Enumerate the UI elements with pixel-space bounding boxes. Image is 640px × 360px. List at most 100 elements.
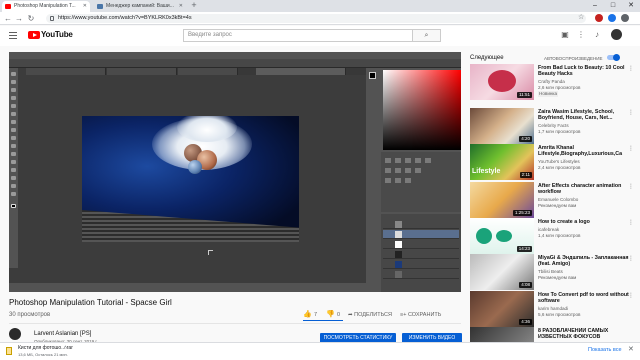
recommendation-item[interactable]: 11:51 From Bad Luck to Beauty: 10 Cool B… — [470, 64, 635, 100]
video-duration: 4:08 — [519, 282, 532, 288]
reload-icon[interactable]: ↻ — [26, 13, 36, 24]
video-thumbnail[interactable] — [470, 327, 534, 342]
maximize-button[interactable]: □ — [604, 0, 622, 12]
recommendation-item[interactable]: 4:36 How To Convert pdf to word without … — [470, 291, 635, 327]
close-tab-icon[interactable]: ✕ — [179, 1, 183, 12]
photoshop-options-bar — [9, 59, 461, 68]
video-thumbnail[interactable]: 1:25:23 — [470, 182, 534, 218]
autoplay-toggle[interactable] — [607, 53, 620, 61]
video-duration: 11:51 — [517, 92, 532, 98]
photoshop-canvas — [82, 116, 299, 242]
more-actions-icon[interactable]: ⋮ — [628, 183, 634, 190]
save-button[interactable]: ≡+ СОХРАНИТЬ — [400, 311, 441, 319]
channel-name[interactable]: Larvent Aslanian [PS] — [34, 330, 91, 338]
bookmark-star-icon[interactable]: ☆ — [578, 13, 584, 21]
recommendation-item[interactable]: 8 РАЗОБЛАЧЕНИЙ САМЫХ ИЗВЕСТНЫХ ФОКУСОВ — [470, 327, 635, 342]
up-next-heading: Следующее — [470, 55, 504, 61]
menu-hamburger-icon[interactable] — [9, 32, 17, 39]
share-label: ПОДЕЛИТЬСЯ — [354, 312, 392, 318]
video-duration: 1:25:23 — [512, 210, 532, 216]
recommendation-item[interactable]: 4:20 Zaira Wasim Lifestyle, School, Boyf… — [470, 108, 635, 144]
thumbs-down-icon[interactable]: 👎 — [326, 311, 335, 319]
recommendation-item[interactable]: 4:08 MiyaGi & Эндшпиль - Заплаканная (fe… — [470, 254, 635, 290]
recommendation-title[interactable]: Amrita Khanal Lifestyle,Biography,Luxuri… — [538, 145, 636, 158]
recommendation-meta: 2,4 млн просмотров — [538, 165, 581, 170]
vk-favicon-icon — [97, 4, 103, 9]
url-text: https://www.youtube.com/watch?v=BYKLRK0x… — [58, 15, 192, 21]
user-avatar[interactable] — [611, 29, 622, 40]
video-duration: 14:23 — [516, 246, 532, 252]
address-bar[interactable]: https://www.youtube.com/watch?v=BYKLRK0x… — [46, 14, 586, 23]
lock-icon — [50, 16, 54, 21]
profile-icon[interactable] — [621, 14, 629, 22]
video-duration: 2:11 — [519, 172, 532, 178]
archive-file-icon — [6, 347, 12, 355]
youtube-logo-text[interactable]: YouTube — [41, 30, 73, 40]
extension-icon[interactable] — [608, 14, 616, 22]
youtube-logo-icon[interactable] — [28, 31, 40, 39]
recommendation-item[interactable]: Lifestyle 2:11 Amrita Khanal Lifestyle,B… — [470, 144, 635, 180]
thumbnail-overlay: Lifestyle — [472, 168, 501, 175]
video-title: Photoshop Manipulation Tutorial - Spacse… — [9, 298, 172, 307]
recommendation-meta: 1,7 млн просмотров — [538, 129, 581, 134]
recommendation-title[interactable]: Zaira Wasim Lifestyle, School, Boyfriend… — [538, 109, 636, 122]
video-thumbnail[interactable]: Lifestyle 2:11 — [470, 144, 534, 180]
forward-arrow-icon[interactable]: → — [14, 13, 24, 24]
recommendation-meta: 1,4 млн просмотров — [538, 233, 581, 238]
recommendation-title[interactable]: MiyaGi & Эндшпиль - Заплаканная (feat. A… — [538, 255, 636, 268]
video-thumbnail[interactable]: 14:23 — [470, 218, 534, 254]
share-button[interactable]: ➦ ПОДЕЛИТЬСЯ — [348, 311, 392, 319]
more-actions-icon[interactable]: ⋮ — [628, 109, 634, 116]
more-actions-icon[interactable]: ⋮ — [628, 65, 634, 72]
tab-title: Photoshop Manipulation T... — [14, 3, 76, 9]
recommendation-item[interactable]: 14:23 How to create a logo icafebreak 1,… — [470, 218, 635, 254]
close-tab-icon[interactable]: ✕ — [83, 1, 87, 12]
recommendation-meta: 5,6 млн просмотров — [538, 312, 581, 317]
recommendation-item[interactable]: 1:25:23 After Effects character animatio… — [470, 182, 635, 218]
recommendation-title[interactable]: How To Convert pdf to word without softw… — [538, 292, 636, 305]
photoshop-panel-icons — [367, 70, 381, 150]
more-actions-icon[interactable]: ⋮ — [628, 255, 634, 262]
recommendation-meta: Рекомендуем вам — [538, 275, 577, 280]
video-thumbnail[interactable]: 11:51 — [470, 64, 534, 100]
dislike-count: 0 — [337, 312, 341, 318]
apps-grid-icon[interactable]: ⋮ — [576, 30, 586, 40]
divider — [9, 323, 461, 324]
channel-avatar[interactable] — [9, 328, 21, 340]
foreground-color-swatch — [369, 72, 376, 79]
view-count: 30 просмотров — [9, 312, 51, 318]
minimize-button[interactable]: – — [586, 0, 604, 12]
recommendation-title[interactable]: 8 РАЗОБЛАЧЕНИЙ САМЫХ ИЗВЕСТНЫХ ФОКУСОВ — [538, 328, 635, 341]
show-all-downloads-button[interactable]: Показать все — [588, 346, 622, 354]
close-icon[interactable]: ✕ — [628, 345, 634, 353]
color-picker-panel — [383, 70, 461, 150]
more-actions-icon[interactable]: ⋮ — [628, 219, 634, 226]
youtube-favicon-icon — [5, 4, 11, 9]
browser-tab-youtube[interactable]: Photoshop Manipulation T... ✕ — [2, 1, 90, 12]
extension-icon[interactable] — [595, 14, 603, 22]
adjustments-panel — [381, 152, 461, 212]
recommendation-title[interactable]: From Bad Luck to Beauty: 10 Cool Beauty … — [538, 65, 636, 78]
more-actions-icon[interactable]: ⋮ — [628, 145, 634, 152]
thumbs-up-icon[interactable]: 👍 — [303, 311, 312, 319]
recommendation-title[interactable]: After Effects character animation workfl… — [538, 183, 636, 196]
new-tab-button[interactable]: + — [189, 1, 199, 11]
notifications-bell-icon[interactable]: ♪ — [592, 30, 602, 40]
like-ratio-bar — [303, 320, 343, 321]
more-actions-icon[interactable]: ⋮ — [628, 292, 634, 299]
search-icon: ⌕ — [424, 32, 429, 39]
chevron-up-icon[interactable]: ^ — [64, 346, 67, 352]
back-arrow-icon[interactable]: ← — [3, 13, 13, 24]
photoshop-menu-bar — [9, 52, 461, 59]
new-badge: Новинка — [538, 91, 559, 97]
create-video-icon[interactable]: ▣ — [560, 30, 570, 40]
search-input[interactable]: Введите запрос — [183, 29, 413, 42]
recommendation-title[interactable]: How to create a logo — [538, 219, 636, 225]
video-thumbnail[interactable]: 4:20 — [470, 108, 534, 144]
close-window-button[interactable]: ✕ — [622, 0, 640, 12]
search-button[interactable]: ⌕ — [413, 29, 441, 42]
video-thumbnail[interactable]: 4:36 — [470, 291, 534, 327]
browser-tab-campaigns[interactable]: Менеджер кампаний: Ваши... ✕ — [94, 1, 186, 12]
download-status: 13,6 МБ, Осталось 21 мин. — [18, 352, 68, 357]
video-thumbnail[interactable]: 4:08 — [470, 254, 534, 290]
